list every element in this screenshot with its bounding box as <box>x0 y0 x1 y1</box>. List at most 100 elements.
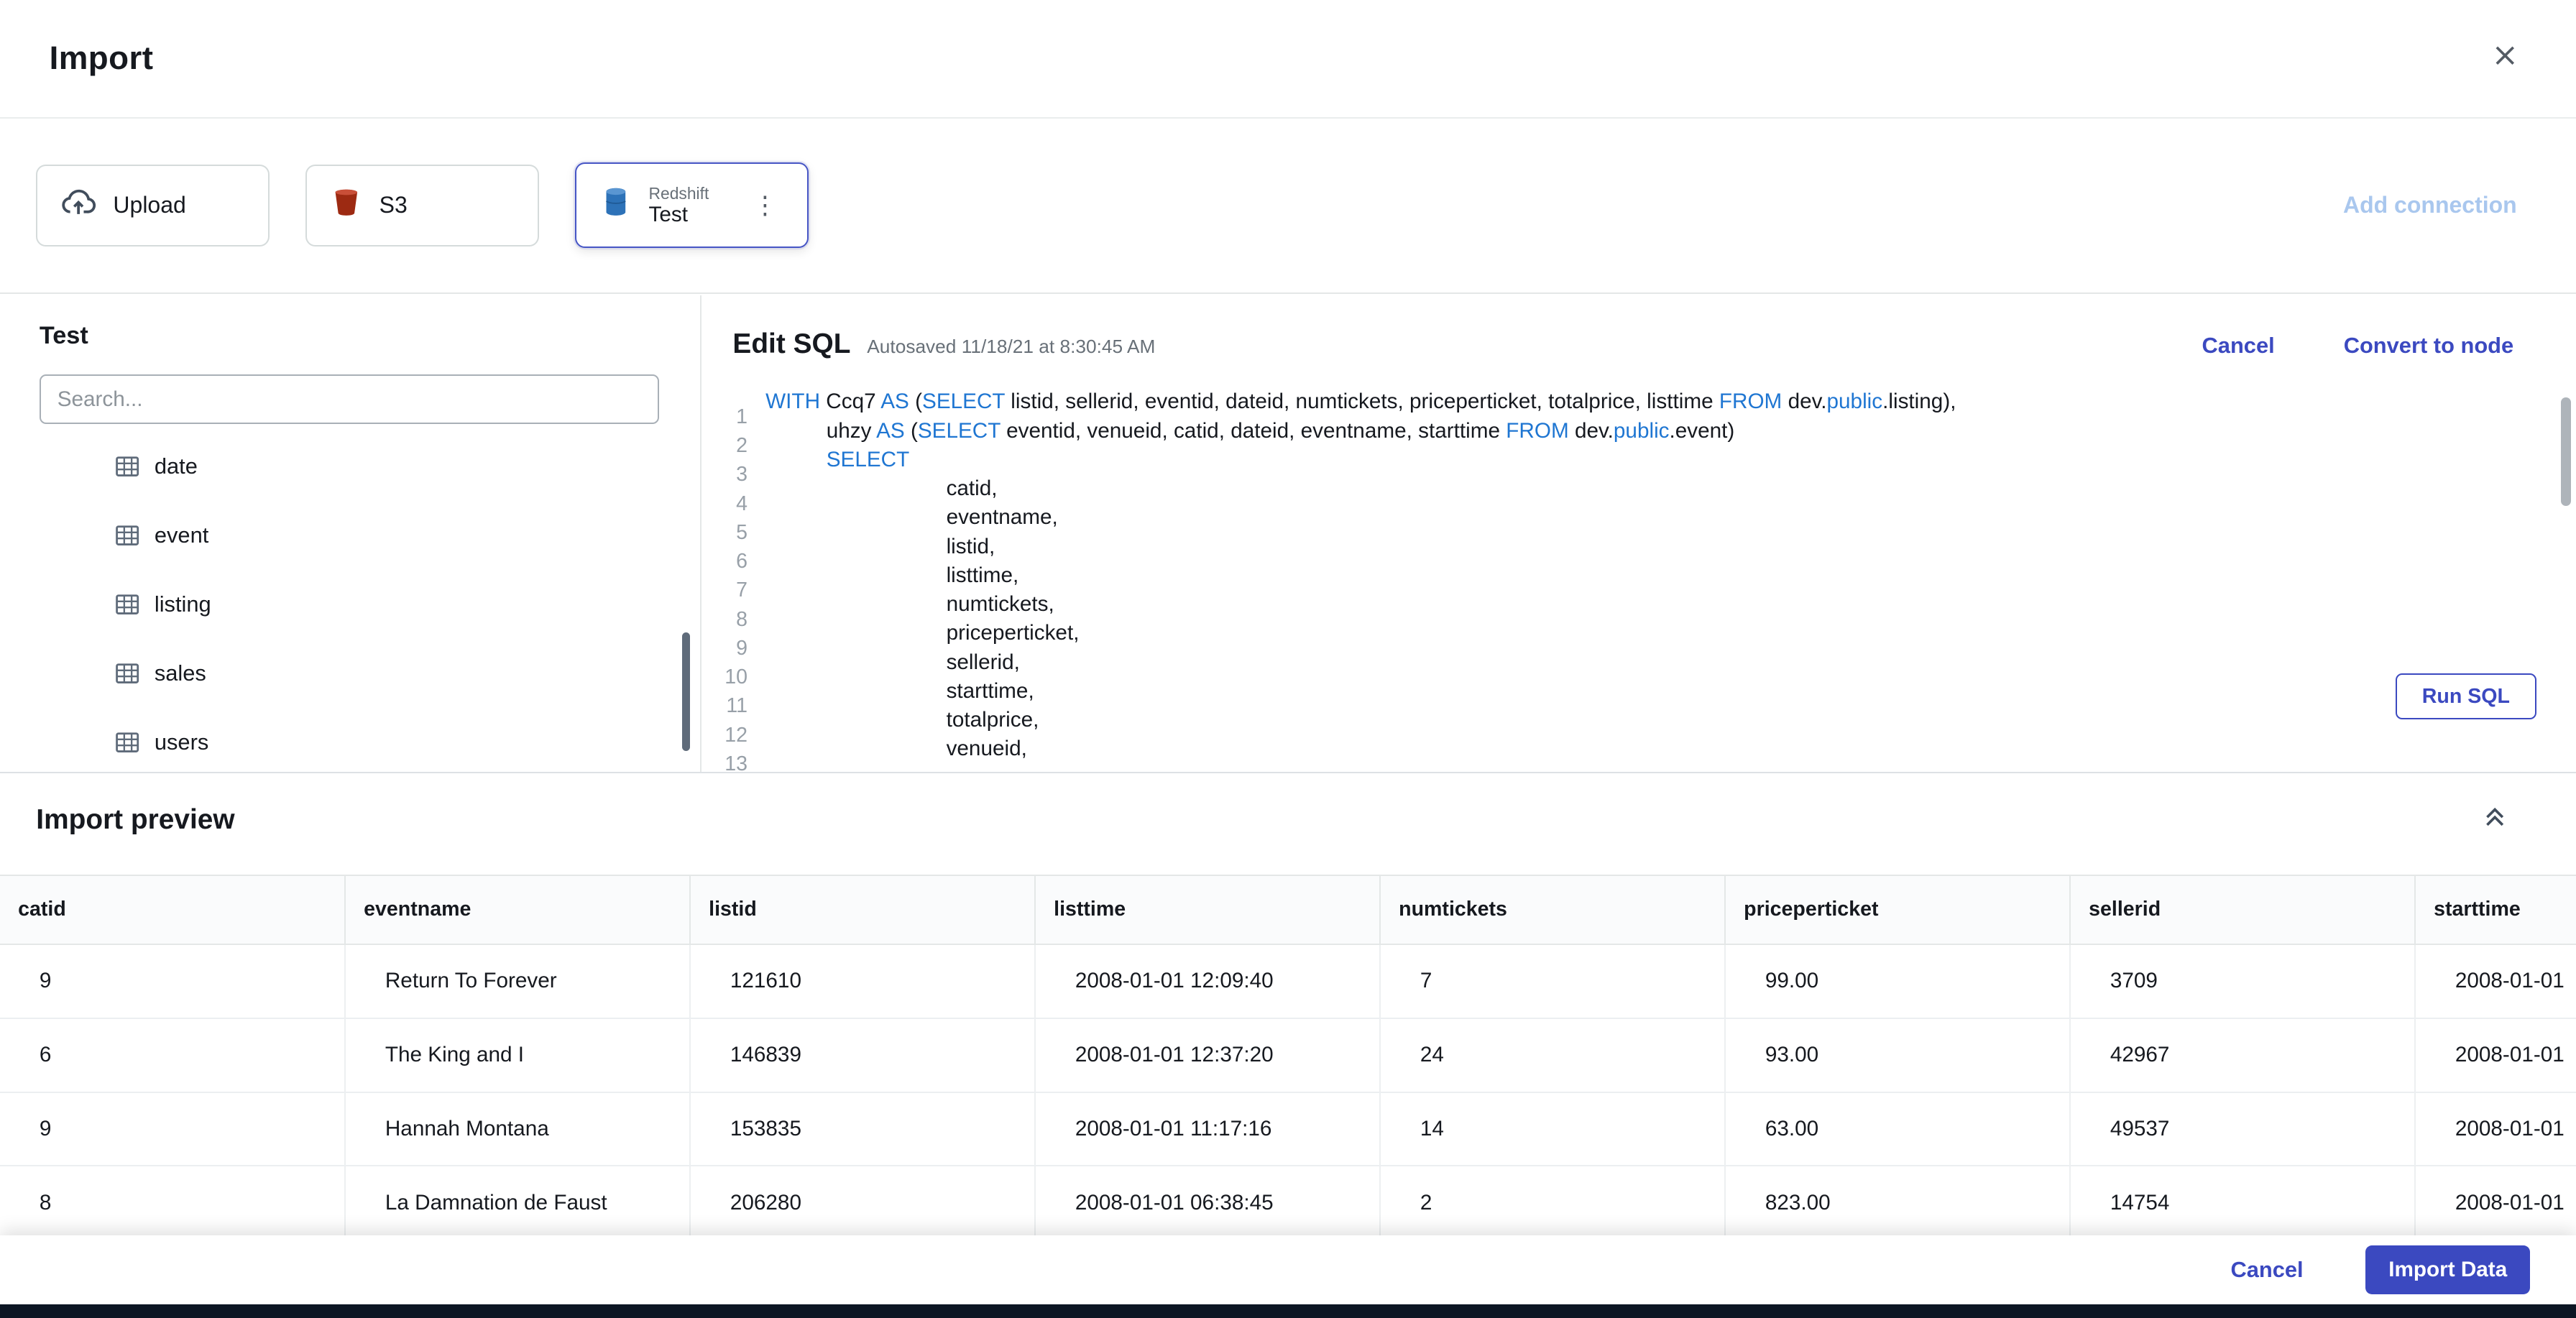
table-cell: 93.00 <box>1725 1018 2071 1093</box>
table-cell: 49537 <box>2070 1092 2416 1167</box>
line-number: 6 <box>736 550 748 573</box>
table-row: 6 The King and I 146839 2008-01-01 12:37:20… <box>0 1018 2576 1093</box>
table-cell: Hannah Montana <box>345 1092 691 1167</box>
connection-tiles-row: Upload S3 Redshift Test ⋮ Add connection <box>0 119 2576 295</box>
table-row: 9 Return To Forever 121610 2008-01-01 12:09… <box>0 944 2576 1019</box>
dialog-footer: Cancel Import Data <box>0 1235 2576 1304</box>
column-header-listid: listid <box>690 874 1036 945</box>
table-item-users[interactable]: users <box>0 708 700 772</box>
table-item-listing[interactable]: listing <box>0 570 700 639</box>
sql-code-editor[interactable]: 1 2 3 4 5 6 7 8 9 10 11 12 13 WITH Ccq7 AS (SELECT l… <box>702 387 2553 772</box>
table-cell: 2008-01-01 <box>2415 1018 2576 1093</box>
table-item-label: event <box>154 522 209 548</box>
table-item-date[interactable]: date <box>0 432 700 501</box>
sql-editor-panel: Edit SQL Autosaved 11/18/21 at 8:30:45 A… <box>702 295 2576 772</box>
cancel-button[interactable]: Cancel <box>2230 1257 2303 1283</box>
collapse-preview-button[interactable] <box>2476 798 2514 842</box>
table-grid-icon <box>115 523 139 548</box>
table-item-label: sales <box>154 660 206 686</box>
run-sql-button[interactable]: Run SQL <box>2395 673 2537 720</box>
cloud-upload-icon <box>60 184 96 226</box>
column-header-catid: catid <box>0 874 346 945</box>
table-grid-icon <box>115 661 139 686</box>
column-header-listtime: listtime <box>1035 874 1381 945</box>
table-cell: 2008-01-01 12:37:20 <box>1035 1018 1381 1093</box>
redshift-tile-text: Redshift Test <box>649 184 709 227</box>
table-cell: La Damnation de Faust <box>345 1166 691 1235</box>
table-cell: Return To Forever <box>345 944 691 1019</box>
page-title: Import <box>49 40 154 77</box>
table-cell: 24 <box>1380 1018 1726 1093</box>
left-panel-scrollbar[interactable] <box>681 632 691 751</box>
column-header-numtickets: numtickets <box>1380 874 1726 945</box>
table-cell: 823.00 <box>1725 1166 2071 1235</box>
line-number: 11 <box>726 694 748 718</box>
import-data-button[interactable]: Import Data <box>2365 1245 2530 1295</box>
s3-tile[interactable]: S3 <box>305 164 539 246</box>
upload-tile[interactable]: Upload <box>36 164 270 246</box>
table-row: 8 La Damnation de Faust 206280 2008-01-01 0… <box>0 1166 2576 1235</box>
column-header-priceperticket: priceperticket <box>1725 874 2071 945</box>
sql-line: WITH Ccq7 AS (SELECT listid, sellerid, e… <box>765 390 1956 414</box>
table-item-sales[interactable]: sales <box>0 639 700 708</box>
table-item-event[interactable]: event <box>0 501 700 570</box>
table-cell: 2008-01-01 <box>2415 1092 2576 1167</box>
close-button[interactable] <box>2484 37 2526 80</box>
preview-header-row: catid eventname listid listtime numtickets pr… <box>0 874 2576 945</box>
sql-code: WITH Ccq7 AS (SELECT listid, sellerid, e… <box>765 387 2553 763</box>
sql-line: listtime, <box>946 563 1019 587</box>
table-list: date event listing sales users <box>0 432 700 772</box>
column-header-eventname: eventname <box>345 874 691 945</box>
convert-to-node-button[interactable]: Convert to node <box>2344 333 2513 359</box>
table-cell: The King and I <box>345 1018 691 1093</box>
import-preview-title: Import preview <box>36 803 235 835</box>
table-cell: 99.00 <box>1725 944 2071 1019</box>
redshift-tile-selected[interactable]: Redshift Test ⋮ <box>574 162 809 249</box>
line-number: 1 <box>736 405 748 428</box>
table-row: 9 Hannah Montana 153835 2008-01-01 11:17:16… <box>0 1092 2576 1167</box>
sql-line: venueid, <box>946 737 1027 761</box>
table-cell: 2008-01-01 06:38:45 <box>1035 1166 1381 1235</box>
connection-title: Test <box>39 321 88 349</box>
cancel-sql-button[interactable]: Cancel <box>2202 333 2275 359</box>
sql-editor-header: Edit SQL Autosaved 11/18/21 at 8:30:45 A… <box>702 295 2576 360</box>
connection-name-label: Test <box>648 202 688 226</box>
table-item-label: users <box>154 729 209 755</box>
schema-browser-panel: Test date event listing sales users <box>0 295 702 773</box>
table-cell: 6 <box>0 1018 346 1093</box>
table-cell: 2008-01-01 12:09:40 <box>1035 944 1381 1019</box>
import-dialog: Import Upload S3 Redshift Test ⋮ Add con… <box>0 0 2576 1304</box>
table-cell: 121610 <box>690 944 1036 1019</box>
dialog-header: Import <box>0 0 2576 119</box>
table-cell: 7 <box>1380 944 1726 1019</box>
column-header-starttime: starttime <box>2415 874 2576 945</box>
sql-panel-scrollbar[interactable] <box>2561 397 2572 506</box>
sql-line: priceperticket, <box>946 621 1080 645</box>
sql-line: numtickets, <box>946 592 1054 617</box>
table-cell: 2008-01-01 <box>2415 944 2576 1019</box>
search-input[interactable] <box>39 374 659 424</box>
s3-tile-label: S3 <box>379 192 408 218</box>
table-cell: 146839 <box>690 1018 1036 1093</box>
table-grid-icon <box>115 454 139 479</box>
table-cell: 153835 <box>690 1092 1036 1167</box>
line-number: 9 <box>736 636 748 660</box>
s3-icon <box>330 185 363 225</box>
column-header-sellerid: sellerid <box>2070 874 2416 945</box>
line-number: 3 <box>736 463 748 487</box>
line-number-gutter: 1 2 3 4 5 6 7 8 9 10 11 12 13 <box>702 402 748 772</box>
sql-line: eventname, <box>946 505 1058 530</box>
sql-line: listid, <box>946 534 995 558</box>
line-number: 13 <box>724 752 748 773</box>
line-number: 2 <box>736 434 748 458</box>
table-cell: 14754 <box>2070 1166 2416 1235</box>
kebab-menu-icon[interactable]: ⋮ <box>746 188 784 223</box>
add-connection-link[interactable]: Add connection <box>2343 192 2517 218</box>
sql-line: uhzy AS (SELECT eventid, venueid, catid,… <box>826 418 1735 443</box>
line-number: 7 <box>736 579 748 602</box>
line-number: 12 <box>724 723 748 747</box>
table-cell: 206280 <box>690 1166 1036 1235</box>
sql-line: starttime, <box>946 678 1034 703</box>
sql-line: totalprice, <box>946 708 1039 732</box>
close-icon <box>2492 42 2518 75</box>
